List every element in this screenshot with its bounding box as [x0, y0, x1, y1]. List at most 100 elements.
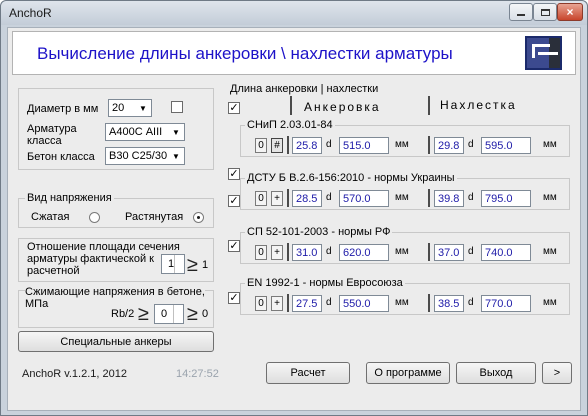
anchor-mm-field: 620.0	[339, 244, 389, 261]
unit-mm: мм	[395, 246, 409, 257]
unit-d: d	[326, 192, 332, 203]
norm-zero-button[interactable]: 0	[255, 138, 267, 153]
results-title: Длина анкеровки | нахлестки	[230, 83, 379, 95]
norm-row: СП 52-101-2003 - нормы РФ 0 + 31.0 d 620…	[240, 226, 570, 264]
norm-row: СНиП 2.03.01-84 0 # 25.8 d 515.0 мм 29.8…	[240, 119, 570, 157]
close-icon: ×	[566, 5, 574, 19]
lap-d-field: 38.5	[434, 295, 464, 312]
compressed-radio[interactable]	[89, 212, 100, 223]
app-logo	[525, 36, 562, 70]
client-area: Вычисление длины анкеровки \ нахлестки а…	[7, 27, 581, 411]
chevron-down-icon: ▼	[139, 103, 147, 113]
lap-d-field: 37.0	[434, 244, 464, 261]
lap-mm-field: 740.0	[481, 244, 531, 261]
anchor-d-field: 25.8	[292, 137, 322, 154]
version-label: AnchoR v.1.2.1, 2012	[22, 368, 127, 380]
lap-mm-field: 795.0	[481, 190, 531, 207]
norm-name: EN 1992-1 - нормы Евросоюза	[245, 277, 405, 289]
ratio-stepper[interactable]: 1	[161, 254, 185, 274]
unit-mm: мм	[395, 192, 409, 203]
rebar-class-label: Арматура класса	[27, 123, 77, 147]
maximize-icon	[540, 8, 550, 16]
close-button[interactable]: ×	[557, 3, 583, 21]
unit-mm: мм	[543, 246, 557, 257]
concrete-class-label: Бетон класса	[27, 151, 95, 163]
next-button[interactable]: >	[542, 362, 572, 384]
norm-details-button[interactable]: #	[271, 138, 283, 153]
lap-d-field: 39.8	[434, 190, 464, 207]
unit-d: d	[326, 139, 332, 150]
all-norms-checkbox[interactable]: ✓	[228, 102, 240, 114]
compressed-label: Сжатая	[31, 211, 70, 223]
ratio-ge-symbol: ≥	[187, 254, 198, 276]
tensile-label: Растянутая	[125, 211, 184, 223]
diameter-label: Диаметр в мм	[27, 103, 99, 115]
norm-zero-button[interactable]: 0	[255, 191, 267, 206]
norm-details-button[interactable]: +	[271, 191, 283, 206]
norm-row: EN 1992-1 - нормы Евросоюза 0 + 27.5 d 5…	[240, 277, 570, 315]
concrete-class-select[interactable]: B30 C25/30 ▼	[105, 147, 185, 165]
unit-mm: мм	[395, 139, 409, 150]
anchor-d-field: 28.5	[292, 190, 322, 207]
lap-d-field: 29.8	[434, 137, 464, 154]
unit-mm: мм	[395, 297, 409, 308]
lap-mm-field: 595.0	[481, 137, 531, 154]
chevron-down-icon: ▼	[172, 127, 180, 137]
compress-formula: Rb/2	[111, 308, 135, 320]
chevron-down-icon: ▼	[172, 151, 180, 161]
unit-d: d	[468, 139, 474, 150]
unit-d: d	[468, 246, 474, 257]
norm-details-button[interactable]: +	[271, 296, 283, 311]
unit-d: d	[326, 246, 332, 257]
compress-stepper[interactable]: 0	[154, 304, 184, 324]
norm-name: СП 52-101-2003 - нормы РФ	[245, 226, 393, 238]
compress-min: 0	[202, 308, 209, 320]
header-panel: Вычисление длины анкеровки \ нахлестки а…	[12, 31, 576, 75]
anchorage-column-header: Анкеровка	[304, 100, 381, 114]
unit-d: d	[468, 192, 474, 203]
tensile-radio[interactable]	[193, 212, 204, 223]
lap-column-header: Нахлестка	[440, 98, 517, 112]
minimize-button[interactable]	[509, 3, 533, 21]
title-bar[interactable]: AnchoR ×	[1, 1, 587, 25]
compress-value: 0	[161, 308, 168, 320]
anchor-mm-field: 550.0	[339, 295, 389, 312]
compress-group: Сжимающие напряжения в бетоне, МПа Rb/2 …	[18, 286, 214, 328]
anchor-d-field: 31.0	[292, 244, 322, 261]
diameter-checkbox[interactable]	[171, 101, 183, 113]
lap-mm-field: 770.0	[481, 295, 531, 312]
page-title: Вычисление длины анкеровки \ нахлестки а…	[37, 44, 453, 63]
anchor-mm-field: 570.0	[339, 190, 389, 207]
norm-checkbox[interactable]: ✓	[228, 292, 240, 304]
diameter-select[interactable]: 20 ▼	[108, 99, 152, 117]
ratio-group: Отношение площади сечения арматуры факти…	[18, 238, 214, 282]
norm-details-button[interactable]: +	[271, 245, 283, 260]
norm-checkbox[interactable]: ✓	[228, 195, 240, 207]
anchor-mm-field: 515.0	[339, 137, 389, 154]
app-window: AnchoR × Вычисление длины анкеровки \ на…	[0, 0, 588, 416]
unit-d: d	[468, 297, 474, 308]
diameter-value: 20	[112, 102, 125, 114]
input-group: Диаметр в мм 20 ▼ Арматура класса А400С …	[18, 88, 214, 170]
about-button[interactable]: О программе	[366, 362, 450, 384]
norm-checkbox[interactable]: ✓	[228, 168, 240, 180]
anchor-d-field: 27.5	[292, 295, 322, 312]
compress-ge-symbol: ≥	[138, 303, 149, 325]
special-anchors-button[interactable]: Специальные анкеры	[18, 331, 214, 352]
ratio-min: 1	[202, 259, 209, 271]
stress-type-title: Вид напряжения	[25, 192, 114, 204]
norm-checkbox[interactable]: ✓	[228, 240, 240, 252]
rebar-class-select[interactable]: А400С AIII ▼	[105, 123, 185, 141]
exit-button[interactable]: Выход	[456, 362, 536, 384]
norm-name: ДСТУ Б В.2.6-156:2010 - нормы Украины	[245, 172, 457, 184]
calculate-button[interactable]: Расчет	[266, 362, 350, 384]
divider	[428, 96, 430, 115]
norm-zero-button[interactable]: 0	[255, 245, 267, 260]
unit-mm: мм	[543, 297, 557, 308]
norm-name: СНиП 2.03.01-84	[245, 119, 335, 131]
norm-zero-button[interactable]: 0	[255, 296, 267, 311]
window-title: AnchoR	[9, 6, 52, 20]
norm-row: ДСТУ Б В.2.6-156:2010 - нормы Украины 0 …	[240, 172, 570, 210]
maximize-button[interactable]	[533, 3, 557, 21]
minimize-icon	[517, 14, 525, 16]
